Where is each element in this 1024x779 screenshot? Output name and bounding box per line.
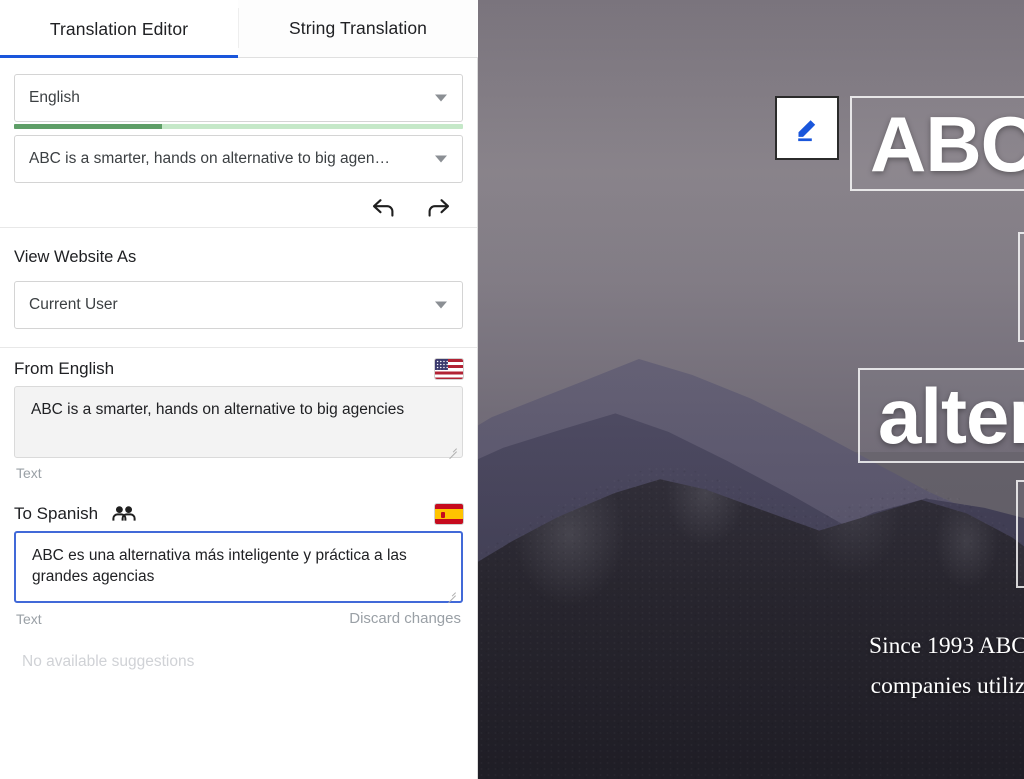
source-subrow: Text: [0, 458, 477, 481]
view-as-select[interactable]: Current User: [14, 281, 463, 329]
editable-hero-heading-2[interactable]: alter: [858, 368, 1024, 463]
preview-paragraph[interactable]: Since 1993 ABC companies utiliz: [778, 626, 1024, 706]
language-select[interactable]: English: [14, 74, 463, 122]
tab-string-translation-label: String Translation: [289, 18, 427, 38]
chevron-down-icon: [435, 94, 447, 102]
language-select-value: English: [29, 89, 80, 106]
undo-button[interactable]: [367, 191, 401, 225]
redo-button[interactable]: [421, 191, 455, 225]
chevron-down-icon: [435, 155, 447, 163]
target-field-header: To Spanish: [0, 497, 477, 531]
tab-translation-editor[interactable]: Translation Editor: [0, 0, 238, 58]
source-textarea-wrap: [0, 386, 477, 458]
target-subrow: Text Discard changes: [0, 603, 477, 627]
redo-arrow-icon: [428, 199, 450, 217]
no-suggestions-message: No available suggestions: [22, 653, 195, 670]
divider-middle: [0, 347, 477, 348]
source-type-label: Text: [16, 465, 42, 481]
editable-hero-fragment-1[interactable]: [1018, 232, 1024, 342]
language-block: English: [0, 58, 477, 129]
preview-paragraph-line-2: companies utiliz: [870, 673, 1024, 699]
flag-es-icon: [435, 504, 463, 524]
target-textarea-wrap: [0, 531, 477, 603]
inline-edit-button[interactable]: [775, 96, 839, 160]
source-textarea[interactable]: [14, 386, 463, 458]
target-textarea[interactable]: [14, 531, 463, 603]
tab-separator: [238, 8, 239, 48]
preview-paragraph-line-1: Since 1993 ABC: [869, 633, 1024, 659]
string-select-value: ABC is a smarter, hands on alternative t…: [29, 150, 391, 167]
translation-sidebar: Translation Editor String Translation En…: [0, 0, 478, 779]
website-preview[interactable]: ABC alter Since 1993 ABC companies utili…: [478, 0, 1024, 779]
view-website-as-section: View Website As Current User: [0, 228, 477, 347]
target-heading: To Spanish: [14, 504, 99, 523]
tab-translation-editor-label: Translation Editor: [49, 18, 189, 39]
tab-bar: Translation Editor String Translation: [0, 0, 478, 58]
tab-string-translation[interactable]: String Translation: [238, 0, 478, 58]
editable-hero-fragment-2[interactable]: [1016, 480, 1024, 588]
undo-arrow-icon: [372, 199, 394, 217]
translation-editor-app: Translation Editor String Translation En…: [0, 0, 1024, 779]
discard-changes-link[interactable]: Discard changes: [349, 610, 461, 627]
string-block: ABC is a smarter, hands on alternative t…: [0, 129, 477, 183]
view-website-as-title: View Website As: [14, 248, 137, 266]
editable-hero-heading-1[interactable]: ABC: [850, 96, 1024, 191]
pencil-edit-icon: [798, 120, 816, 142]
hero-heading-2-text: alter: [878, 371, 1024, 460]
history-controls: [0, 183, 477, 227]
source-field-header: From English: [0, 352, 477, 386]
people-icon[interactable]: [112, 505, 136, 523]
hero-heading-1-text: ABC: [870, 99, 1024, 188]
flag-us-icon: [435, 359, 463, 379]
view-as-select-value: Current User: [29, 296, 118, 313]
source-heading: From English: [14, 359, 115, 378]
string-select[interactable]: ABC is a smarter, hands on alternative t…: [14, 135, 463, 183]
target-type-label: Text: [16, 610, 42, 627]
chevron-down-icon: [435, 301, 447, 309]
